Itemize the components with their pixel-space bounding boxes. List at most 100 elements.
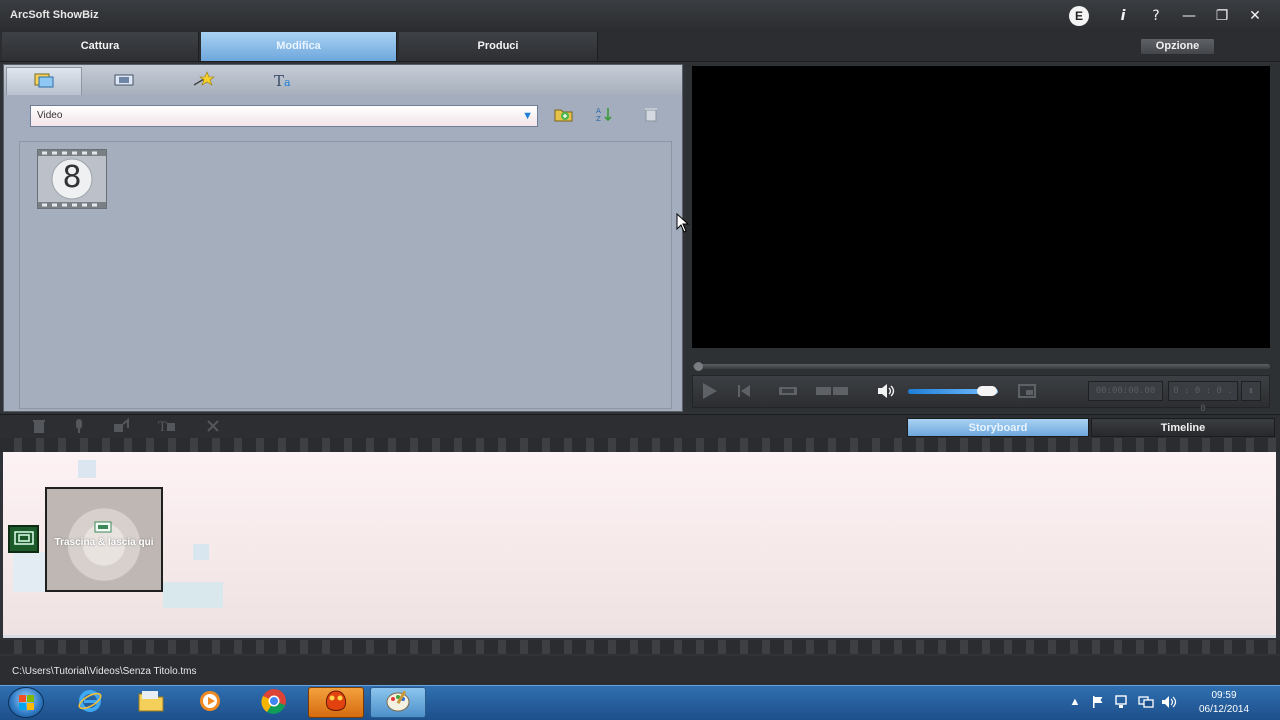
- film-drop-icon: [94, 521, 112, 536]
- volume-button[interactable]: [875, 383, 897, 401]
- storyboard-track-marker: [8, 525, 39, 553]
- title-bar: ArcSoft ShowBiz E i ? — ❐ ✕: [0, 0, 1280, 32]
- trash-icon: [32, 418, 46, 437]
- add-folder-icon: [553, 105, 575, 126]
- speaker-icon: [876, 383, 896, 402]
- status-bar: C:\Users\Tutorial\Videos\Senza Titolo.tm…: [0, 656, 1280, 685]
- system-clock[interactable]: 09:59 06/12/2014: [1189, 689, 1259, 717]
- tab-cattura[interactable]: Cattura: [2, 32, 199, 61]
- media-thumbnail[interactable]: 8: [37, 149, 107, 209]
- mouse-pointer-icon: [676, 212, 690, 236]
- taskbar-ie[interactable]: [62, 687, 118, 718]
- effects-star-icon: [192, 70, 216, 92]
- split-button[interactable]: [814, 383, 850, 401]
- media-category-value: Video: [37, 110, 63, 121]
- showbiz-icon: [322, 688, 350, 717]
- tray-flag-icon[interactable]: [1090, 695, 1106, 709]
- tab-effects[interactable]: [166, 67, 242, 95]
- preview-screen[interactable]: [692, 66, 1270, 348]
- thumbnail-label: 8: [62, 160, 82, 195]
- media-library-icon: [33, 71, 55, 92]
- windows-logo-icon: [19, 695, 35, 714]
- skip-back-icon: [736, 383, 752, 402]
- add-text-button[interactable]: T: [158, 419, 176, 435]
- clock-date: 06/12/2014: [1198, 704, 1250, 715]
- start-button[interactable]: [8, 687, 44, 718]
- tab-media-library[interactable]: [6, 67, 82, 95]
- filmstrip-bottom: [0, 640, 1280, 654]
- storyboard-drop-slot[interactable]: Trascina & lascia qui: [45, 487, 163, 592]
- music-note-icon: [112, 417, 130, 437]
- chrome-icon: [260, 687, 288, 718]
- media-category-select[interactable]: Video ▼: [30, 105, 538, 127]
- tray-expand-button[interactable]: ▲: [1067, 695, 1083, 709]
- taskbar-paint[interactable]: [370, 687, 426, 718]
- frame-icon: [778, 385, 798, 400]
- add-music-button[interactable]: [112, 417, 130, 437]
- explorer-icon: [137, 689, 165, 716]
- taskbar-chrome[interactable]: [246, 687, 302, 718]
- sort-icon: AZ: [595, 105, 617, 126]
- user-badge[interactable]: E: [1069, 6, 1089, 26]
- storyboard-area[interactable]: [3, 452, 1276, 638]
- trash-icon: [643, 105, 659, 126]
- record-narration-button[interactable]: [70, 418, 88, 437]
- timecode-display: 00:00:00.00: [1088, 381, 1163, 401]
- previous-button[interactable]: [734, 383, 754, 401]
- cut-button[interactable]: [204, 419, 222, 435]
- tray-network-share-icon[interactable]: [1113, 695, 1129, 709]
- paint-icon: [384, 688, 412, 717]
- tab-text[interactable]: Ta: [246, 67, 322, 95]
- text-title-icon: Ta: [272, 71, 296, 92]
- minimize-button[interactable]: —: [1178, 5, 1200, 27]
- media-panel: Ta Video ▼ AZ 8: [3, 64, 683, 412]
- close-button[interactable]: ✕: [1244, 5, 1266, 27]
- split-frame-icon: [815, 385, 849, 400]
- microphone-icon: [73, 418, 85, 437]
- frame-button[interactable]: [776, 383, 800, 401]
- app-title: ArcSoft ShowBiz: [10, 9, 99, 21]
- ie-icon: [77, 688, 103, 717]
- svg-text:T: T: [274, 72, 284, 89]
- main-tabs: Cattura Modifica Produci: [0, 32, 1280, 62]
- sort-button[interactable]: AZ: [595, 105, 617, 125]
- restore-button[interactable]: ❐: [1211, 5, 1233, 27]
- play-icon: [700, 382, 718, 403]
- media-library-area[interactable]: 8: [19, 141, 672, 409]
- fullscreen-button[interactable]: [1015, 383, 1039, 401]
- svg-text:Z: Z: [596, 115, 601, 123]
- volume-handle[interactable]: [977, 386, 997, 396]
- play-button[interactable]: [698, 382, 720, 403]
- seek-handle[interactable]: [694, 362, 703, 371]
- taskbar-media-player[interactable]: [182, 687, 238, 718]
- tray-network-icon[interactable]: [1138, 695, 1154, 709]
- text-icon: T: [157, 418, 177, 437]
- tab-produci[interactable]: Produci: [399, 32, 598, 61]
- delete-media-button[interactable]: [640, 105, 662, 125]
- info-button[interactable]: i: [1112, 5, 1134, 27]
- fullscreen-icon: [1017, 383, 1037, 401]
- scissors-icon: [206, 419, 220, 436]
- svg-text:A: A: [596, 107, 601, 115]
- help-button[interactable]: ?: [1145, 5, 1167, 27]
- options-button[interactable]: Opzione: [1140, 38, 1215, 55]
- add-folder-button[interactable]: [553, 105, 575, 125]
- storyboard-delete-button[interactable]: [30, 419, 48, 435]
- dropdown-arrow-icon[interactable]: ▼: [522, 106, 533, 126]
- tab-transitions[interactable]: [86, 67, 162, 95]
- filmstrip-top: [0, 438, 1280, 452]
- timecode-input[interactable]: 0 : 0 : 0 . 0: [1168, 381, 1238, 414]
- clock-time: 09:59: [1211, 690, 1237, 701]
- seek-bar[interactable]: [693, 364, 1270, 369]
- tab-timeline[interactable]: Timeline: [1091, 418, 1275, 437]
- media-panel-tabs: Ta: [4, 65, 682, 95]
- tab-storyboard[interactable]: Storyboard: [907, 418, 1089, 437]
- film-track-icon: [13, 530, 34, 548]
- tab-modifica[interactable]: Modifica: [201, 32, 397, 61]
- taskbar-showbiz[interactable]: [308, 687, 364, 718]
- taskbar-explorer[interactable]: [123, 687, 179, 718]
- timecode-spinner[interactable]: ⇕: [1241, 381, 1261, 401]
- tray-volume-icon[interactable]: [1161, 695, 1177, 709]
- drop-hint-label: Trascina & lascia qui: [54, 537, 154, 548]
- svg-text:T: T: [158, 420, 167, 434]
